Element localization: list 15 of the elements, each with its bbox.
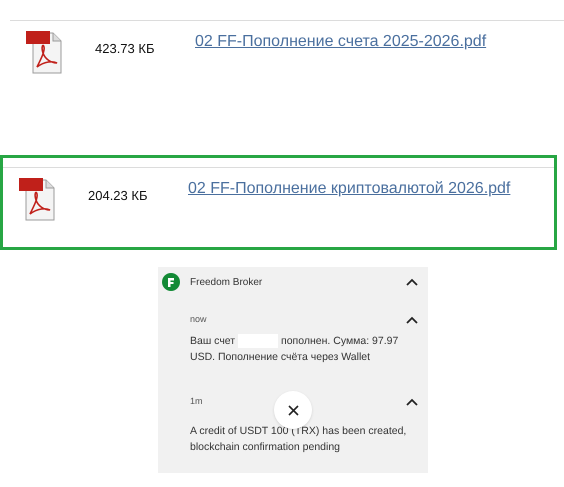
pdf-file-icon bbox=[18, 176, 56, 222]
file-link[interactable]: 02 FF-Пополнение криптовалютой 2026.pdf bbox=[188, 177, 510, 201]
app-name: Freedom Broker bbox=[190, 276, 264, 290]
chevron-up-icon[interactable] bbox=[406, 398, 418, 406]
pdf-file-icon bbox=[25, 29, 63, 75]
close-icon bbox=[288, 404, 298, 416]
app-logo-icon bbox=[162, 273, 180, 291]
chevron-up-icon[interactable] bbox=[406, 316, 418, 324]
notification-time: now bbox=[190, 313, 207, 326]
file-size: 204.23 КБ bbox=[88, 187, 148, 205]
file-size: 423.73 КБ bbox=[95, 40, 156, 58]
chevron-up-icon[interactable] bbox=[406, 278, 418, 286]
notification-message: Ваш счет пополнен. Сумма: 97.97 USD. Пополнение счёта через Wallet bbox=[190, 333, 400, 365]
notification-time: 1m bbox=[190, 395, 203, 408]
file-link[interactable]: 02 FF-Пополнение счета 2025-2026.pdf bbox=[195, 30, 486, 54]
